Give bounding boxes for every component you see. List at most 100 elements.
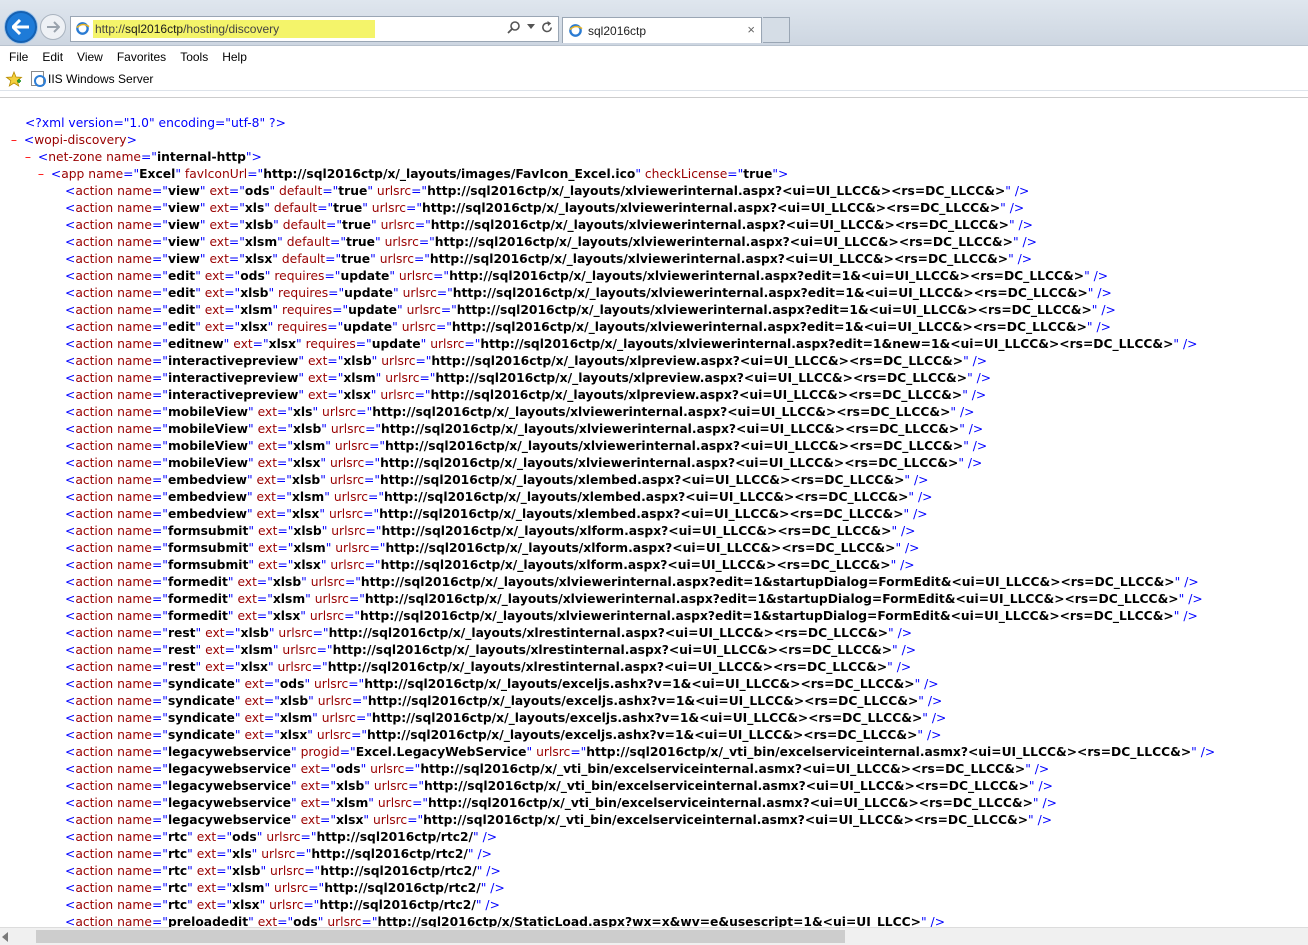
- xml-punct: />: [1089, 269, 1109, 283]
- xml-punct: =": [304, 864, 321, 878]
- xml-punct: />: [1092, 320, 1111, 334]
- scroll-left-icon[interactable]: [2, 932, 8, 942]
- forward-button[interactable]: [40, 14, 66, 40]
- xml-attr-name: urlsrc: [380, 388, 415, 402]
- xml-element-name: action: [75, 201, 114, 215]
- xml-punct: ": [272, 643, 279, 657]
- favorite-iis-windows-server[interactable]: IIS Windows Server: [31, 71, 153, 87]
- xml-attr-value: xlsx: [279, 728, 308, 742]
- xml-element-name: action: [75, 728, 114, 742]
- xml-punct: ": [321, 422, 327, 436]
- xml-attr-value: http://sql2016ctp/x/_layouts/xlviewerint…: [427, 184, 1006, 198]
- xml-attr-value: update: [348, 303, 398, 317]
- xml-element-name: action: [75, 439, 114, 453]
- xml-punct: ": [392, 320, 398, 334]
- search-icon[interactable]: [507, 20, 521, 34]
- menu-help[interactable]: Help: [222, 50, 247, 64]
- xml-attr-name: urlsrc: [261, 847, 296, 861]
- xml-punct: ": [259, 898, 266, 912]
- xml-punct: ": [264, 269, 271, 283]
- xml-attr-value: xlsb: [240, 626, 269, 640]
- xml-attr-value: http://sql2016ctp/x/_layouts/xlviewerint…: [434, 235, 1013, 249]
- refresh-icon[interactable]: [541, 20, 554, 34]
- xml-attr-name: urlsrc: [329, 456, 365, 470]
- xml-punct: =": [413, 252, 430, 266]
- address-bar[interactable]: http://sql2016ctp/hosting/discovery: [70, 16, 559, 42]
- xml-attr-value: http://sql2016ctp/x/_layouts/xlrestinter…: [327, 660, 888, 674]
- xml-punct: ": [305, 592, 311, 606]
- xml-attr-name: name: [117, 252, 152, 266]
- xml-attr-value: xlsm: [343, 371, 376, 385]
- xml-punct: =": [151, 915, 168, 927]
- xml-punct: =": [277, 524, 294, 538]
- menu-file[interactable]: File: [9, 50, 28, 64]
- xml-attr-value: rtc: [167, 864, 188, 878]
- xml-attr-name: ext: [205, 660, 225, 674]
- menu-edit[interactable]: Edit: [42, 50, 63, 64]
- xml-punct: ": [298, 371, 305, 385]
- url-text[interactable]: http://sql2016ctp/hosting/discovery: [93, 20, 375, 38]
- xml-element-name: action: [75, 694, 114, 708]
- xml-attr-value: http://sql2016ctp/x/_vti_bin/excelservic…: [424, 779, 1029, 793]
- xml-punct: ": [227, 592, 234, 606]
- xml-punct: ": [364, 779, 370, 793]
- xml-attr-name: name: [117, 218, 152, 232]
- xml-punct: ": [370, 388, 377, 402]
- xml-root-line[interactable]: – <wopi-discovery>: [0, 132, 1215, 149]
- xml-punct: ": [393, 286, 399, 300]
- xml-attr-value: xlsx: [291, 507, 320, 521]
- xml-punct: />: [896, 558, 915, 572]
- back-button[interactable]: [5, 11, 37, 43]
- menu-view[interactable]: View: [77, 50, 103, 64]
- xml-app-line[interactable]: – <app name="Excel" favIconUrl="http://s…: [0, 166, 1215, 183]
- xml-attr-name: ext: [205, 626, 225, 640]
- menu-tools[interactable]: Tools: [180, 50, 208, 64]
- xml-attr-name: name: [117, 456, 152, 470]
- xml-punct: =": [216, 881, 233, 895]
- new-tab-button[interactable]: [763, 17, 790, 43]
- xml-punct: ": [397, 303, 403, 317]
- xml-punct: =": [351, 694, 368, 708]
- favorites-star-icon[interactable]: [5, 71, 23, 87]
- xml-element-name: action: [75, 898, 114, 912]
- xml-punct: />: [1034, 779, 1053, 793]
- xml-punct: />: [909, 507, 928, 521]
- xml-element-name: action: [75, 286, 114, 300]
- horizontal-scrollbar[interactable]: [0, 927, 1308, 945]
- xml-punct: =": [570, 745, 587, 759]
- xml-punct: ": [199, 252, 206, 266]
- xml-attr-value: xlsm: [240, 643, 273, 657]
- xml-punct: =": [151, 422, 168, 436]
- scrollbar-thumb[interactable]: [36, 930, 845, 943]
- xml-netzone-line[interactable]: – <net-zone name="internal-http">: [0, 149, 1215, 166]
- dropdown-arrow-icon[interactable]: [527, 24, 535, 30]
- xml-attr-name: name: [117, 286, 152, 300]
- xml-punct: =": [411, 184, 428, 198]
- xml-attr-value: rest: [167, 643, 196, 657]
- xml-punct: >: [777, 167, 789, 181]
- xml-punct: ": [195, 320, 201, 334]
- close-tab-icon[interactable]: ×: [747, 22, 755, 37]
- xml-punct: ": [290, 745, 297, 759]
- xml-punct: =": [327, 371, 344, 385]
- xml-punct: ": [251, 847, 258, 861]
- xml-attr-value: Excel.LegacyWebService: [355, 745, 527, 759]
- xml-element-name: action: [75, 592, 114, 606]
- xml-attr-name: urlsrc: [331, 524, 366, 538]
- xml-attr-value: embedview: [167, 490, 247, 504]
- xml-viewer: <?xml version="1.0" encoding="utf-8" ?> –…: [0, 97, 1308, 927]
- xml-attr-value: view: [167, 252, 200, 266]
- xml-attr-value: formsubmit: [167, 524, 249, 538]
- xml-attr-name: name: [117, 915, 152, 927]
- tab-sql2016ctp[interactable]: sql2016ctp ×: [562, 17, 762, 43]
- xml-attr-name: ext: [196, 864, 217, 878]
- xml-punct: =": [344, 575, 361, 589]
- xml-attr-value: embedview: [167, 473, 247, 487]
- xml-action-line: <action name="rtc" ext="xlsm" urlsrc="ht…: [0, 880, 1215, 897]
- xml-punct: ": [195, 303, 201, 317]
- xml-punct: />: [897, 524, 916, 538]
- menu-favorites[interactable]: Favorites: [117, 50, 166, 64]
- xml-punct: =": [277, 456, 293, 470]
- xml-attr-value: http://sql2016ctp/x/_layouts/xlpreview.a…: [431, 354, 964, 368]
- xml-punct: <: [65, 286, 76, 300]
